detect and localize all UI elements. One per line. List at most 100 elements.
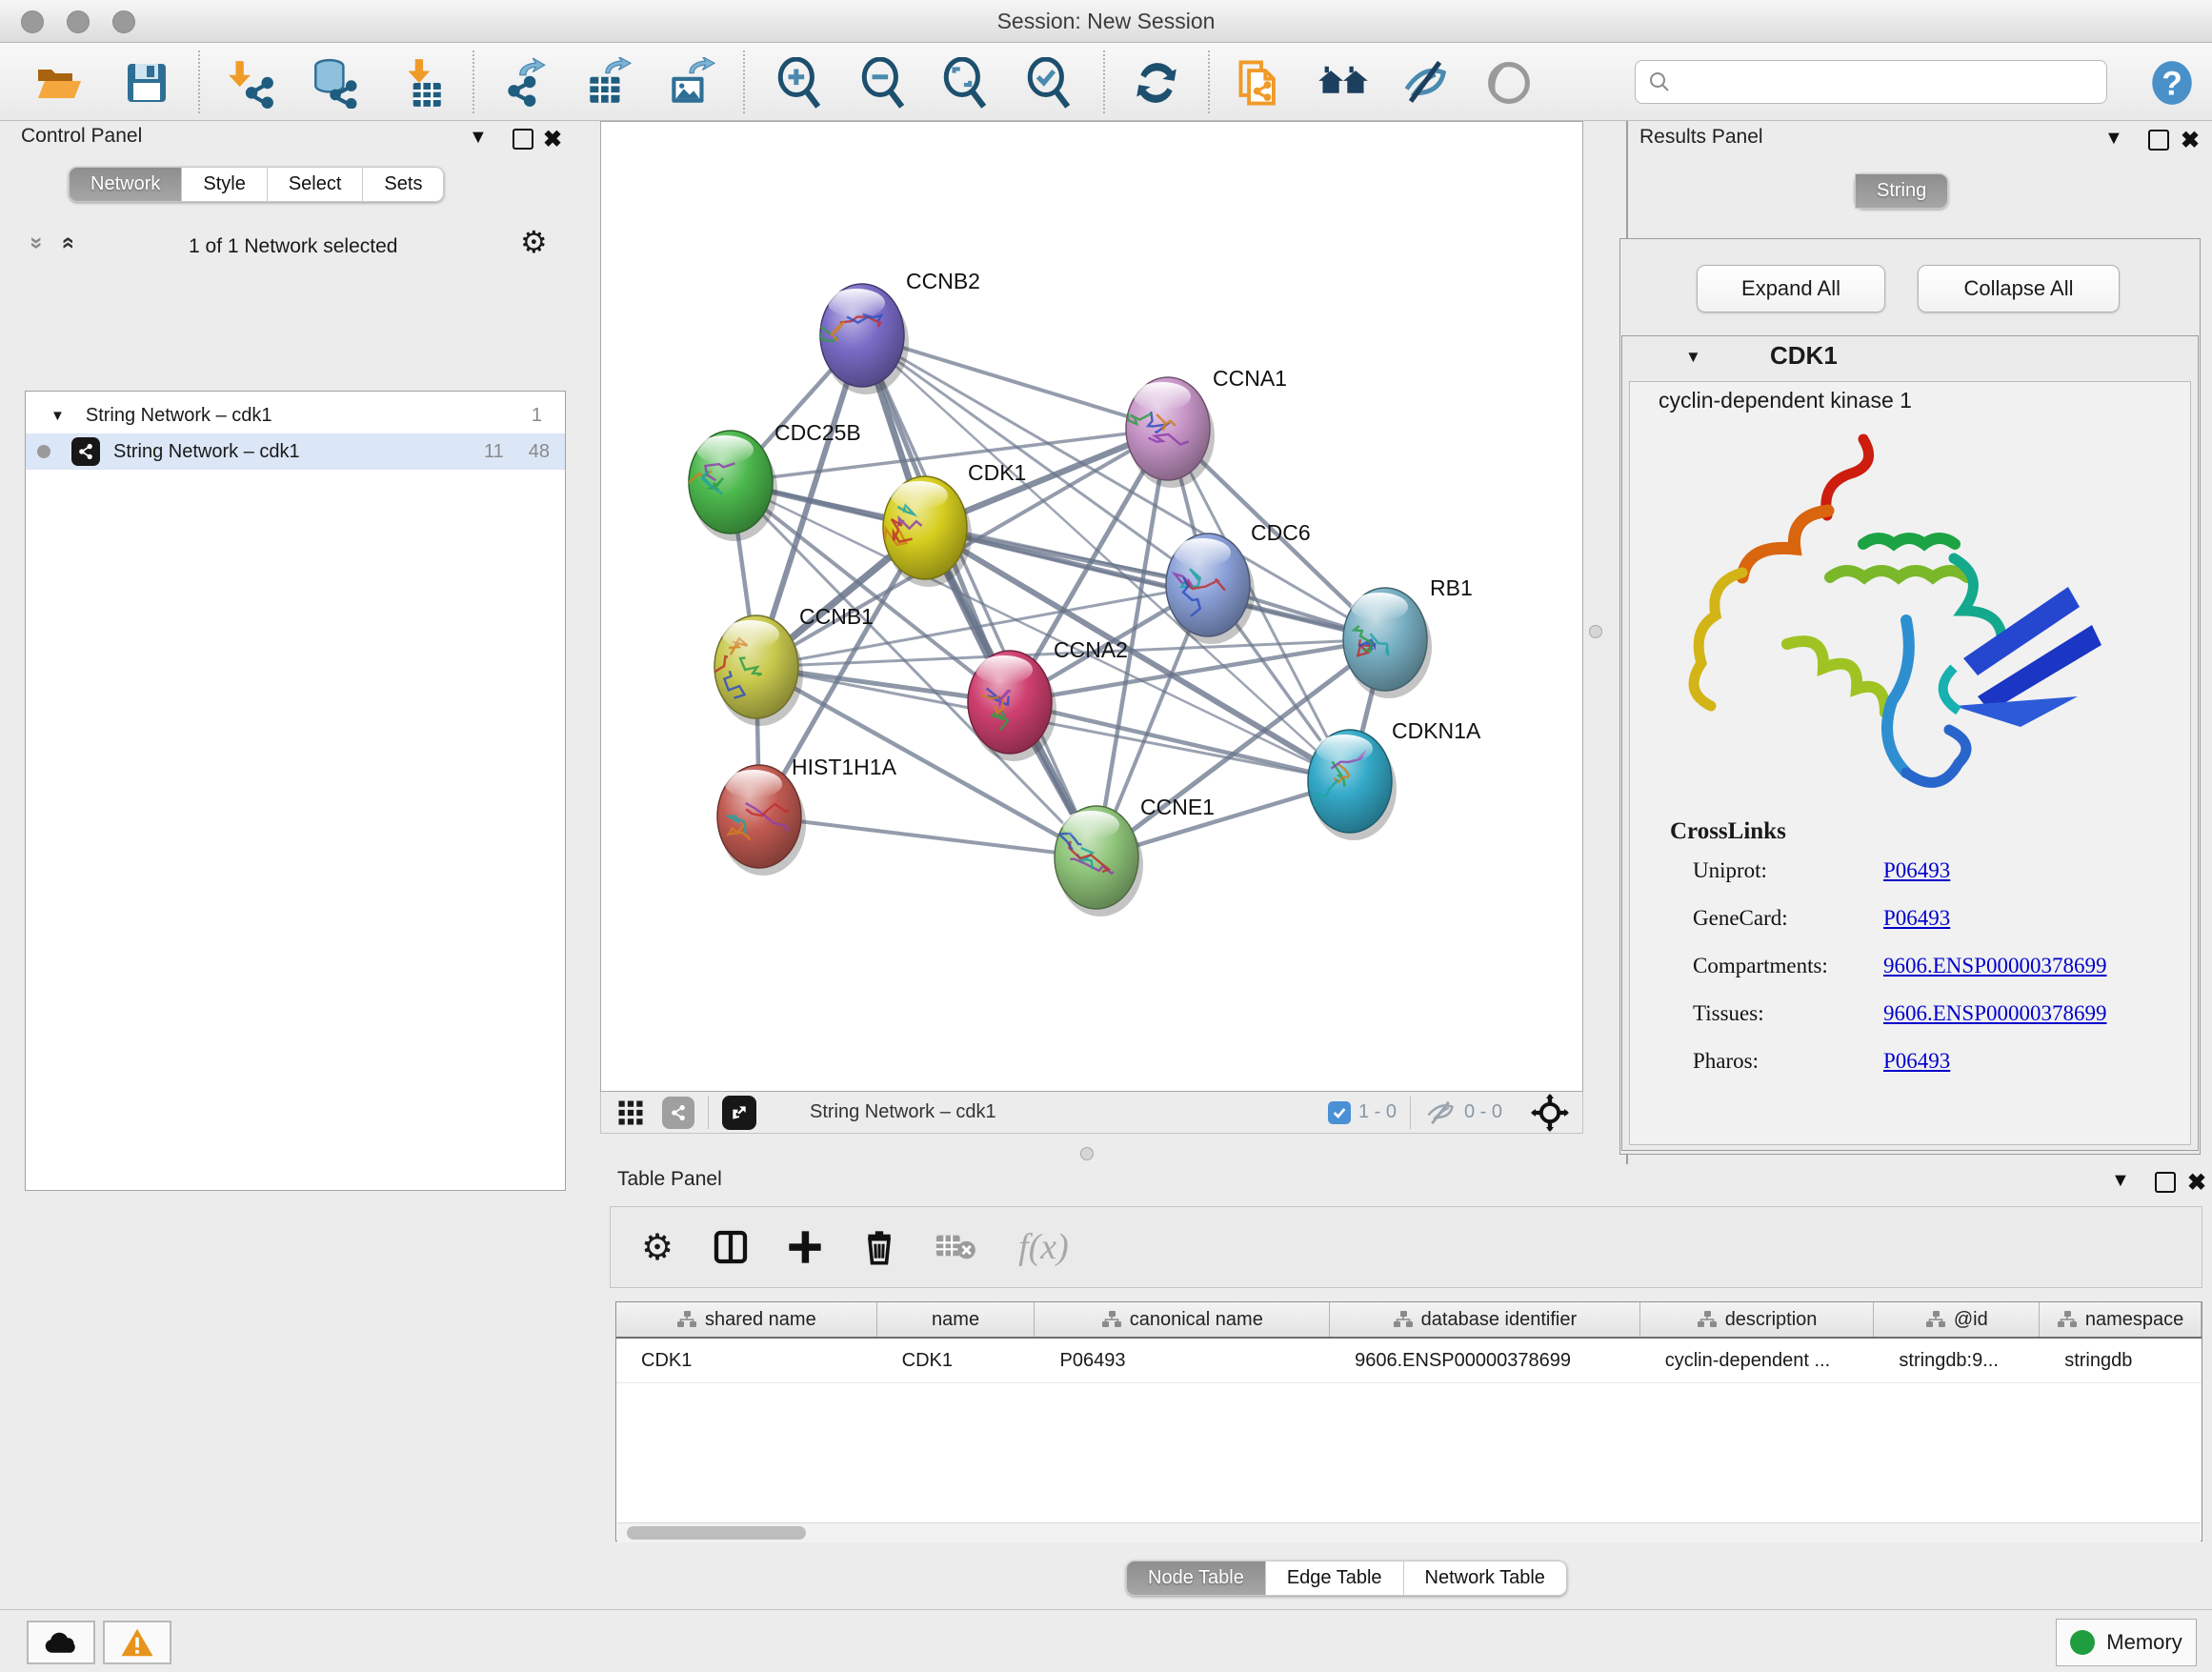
function-builder-icon[interactable]: f(x) (1018, 1226, 1069, 1268)
collapse-all-tree-icon[interactable]: » (24, 236, 50, 249)
export-image-icon[interactable] (663, 56, 716, 110)
control-panel-close-icon[interactable]: ✖ (543, 126, 562, 153)
network-collection-row[interactable]: ▼ String Network – cdk1 1 (26, 397, 565, 433)
network-node-CCNA2[interactable]: CCNA2 (968, 637, 1128, 761)
crosslink-label: Pharos: (1693, 1049, 1883, 1074)
crosslink-value-link[interactable]: P06493 (1883, 1049, 1950, 1074)
import-network-file-icon[interactable] (223, 56, 276, 110)
collapse-triangle-icon[interactable]: ▼ (50, 408, 65, 424)
network-canvas[interactable]: CCNB2CCNA1CDC25BCDK1CDC6RB1CCNB1CCNA2CDK… (600, 121, 1583, 1092)
table-options-gear-icon[interactable]: ⚙ (641, 1226, 674, 1269)
network-node-RB1[interactable]: RB1 (1343, 575, 1473, 698)
grid-view-icon[interactable] (616, 1098, 645, 1127)
node-table: shared namenamecanonical namedatabase id… (615, 1301, 2202, 1541)
string-network-graph[interactable]: CCNB2CCNA1CDC25BCDK1CDC6RB1CCNB1CCNA2CDK… (601, 122, 1582, 1091)
tab-string[interactable]: String (1855, 173, 1948, 209)
control-panel-float-icon[interactable] (513, 129, 533, 150)
bird-eye-crosshair-icon[interactable] (1531, 1094, 1569, 1132)
export-network-icon[interactable] (499, 56, 553, 110)
search-input[interactable] (1672, 71, 2076, 94)
tab-style[interactable]: Style (182, 167, 267, 202)
network-node-HIST1H1A[interactable]: HIST1H1A (717, 755, 897, 876)
hide-panels-icon[interactable] (1398, 56, 1452, 110)
cloud-button[interactable] (27, 1621, 95, 1664)
crosslink-value-link[interactable]: 9606.ENSP00000378699 (1883, 1001, 2107, 1026)
import-table-icon[interactable] (394, 56, 448, 110)
network-node-CCNB2[interactable]: CCNB2 (818, 269, 980, 394)
network-node-CDKN1A[interactable]: CDKN1A (1308, 718, 1481, 840)
table-panel-close-icon[interactable]: ✖ (2187, 1169, 2206, 1197)
horizontal-splitter-handle[interactable] (1080, 1147, 1094, 1160)
zoom-out-icon[interactable] (857, 56, 911, 110)
string-view-icon[interactable] (662, 1097, 694, 1129)
control-panel-tabs: NetworkStyleSelectSets (69, 167, 444, 202)
control-panel-menu-icon[interactable]: ▼ (469, 127, 488, 149)
table-cell: 9606.ENSP00000378699 (1330, 1339, 1640, 1382)
network-row[interactable]: String Network – cdk1 11 48 (26, 433, 565, 470)
crosslink-value-link[interactable]: P06493 (1883, 858, 1950, 883)
table-panel-menu-icon[interactable]: ▼ (2111, 1170, 2130, 1192)
tab-edge-table[interactable]: Edge Table (1266, 1561, 1404, 1596)
column-header--id[interactable]: @id (1874, 1302, 2040, 1337)
apply-layout-icon[interactable] (1130, 56, 1183, 110)
import-network-database-icon[interactable] (307, 56, 360, 110)
show-all-panels-icon[interactable] (1317, 56, 1370, 110)
selected-checkbox-icon[interactable] (1328, 1101, 1351, 1124)
expand-all-tree-icon[interactable]: » (54, 236, 81, 249)
save-session-icon[interactable] (120, 56, 173, 110)
column-header-shared-name[interactable]: shared name (616, 1302, 877, 1337)
column-header-description[interactable]: description (1640, 1302, 1875, 1337)
tab-network-table[interactable]: Network Table (1404, 1561, 1567, 1596)
zoom-fit-icon[interactable] (939, 56, 993, 110)
clone-network-icon[interactable] (1235, 56, 1288, 110)
scrollbar-thumb[interactable] (627, 1526, 806, 1540)
toolbar-divider (473, 50, 474, 113)
table-row[interactable]: CDK1CDK1P064939606.ENSP00000378699cyclin… (616, 1339, 2202, 1383)
results-panel-float-icon[interactable] (2148, 130, 2169, 151)
hidden-eye-icon[interactable] (1424, 1098, 1457, 1127)
toolbar-divider (743, 50, 745, 113)
zoom-in-icon[interactable] (774, 56, 827, 110)
column-header-canonical-name[interactable]: canonical name (1035, 1302, 1330, 1337)
network-node-CCNE1[interactable]: CCNE1 (1055, 795, 1215, 917)
table-horizontal-scrollbar[interactable] (617, 1522, 2201, 1542)
results-panel-menu-icon[interactable]: ▼ (2104, 128, 2123, 150)
network-edge[interactable] (862, 335, 1096, 857)
gene-collapse-triangle-icon[interactable]: ▼ (1685, 348, 1701, 367)
tab-sets[interactable]: Sets (363, 167, 444, 202)
network-node-CCNA1[interactable]: CCNA1 (1126, 366, 1287, 488)
search-field[interactable] (1635, 60, 2107, 104)
open-session-icon[interactable] (32, 56, 86, 110)
table-panel-float-icon[interactable] (2155, 1172, 2176, 1193)
delete-table-icon[interactable] (935, 1231, 976, 1263)
tree-options-gear-icon[interactable]: ⚙ (520, 224, 548, 260)
zoom-selected-icon[interactable] (1023, 56, 1076, 110)
delete-column-icon[interactable] (860, 1228, 898, 1266)
column-header-namespace[interactable]: namespace (2040, 1302, 2202, 1337)
table-toolbar: ⚙ f(x) (610, 1206, 2202, 1288)
vertical-splitter-handle[interactable] (1589, 625, 1602, 638)
detach-view-icon[interactable] (722, 1096, 756, 1130)
help-icon[interactable]: ? (2145, 56, 2199, 110)
network-edge[interactable] (1010, 702, 1350, 781)
add-column-icon[interactable] (786, 1228, 824, 1266)
tab-select[interactable]: Select (268, 167, 364, 202)
collapse-all-button[interactable]: Collapse All (1918, 265, 2120, 312)
crosslink-value-link[interactable]: 9606.ENSP00000378699 (1883, 954, 2107, 978)
export-table-icon[interactable] (581, 56, 634, 110)
crosslink-row: Uniprot: P06493 (1693, 858, 2179, 883)
column-header-name[interactable]: name (877, 1302, 1036, 1337)
network-label: String Network – cdk1 (113, 441, 300, 463)
control-panel: Control Panel ▼ ✖ NetworkStyleSelectSets… (8, 121, 572, 1605)
network-edge[interactable] (759, 816, 1096, 857)
crosslink-value-link[interactable]: P06493 (1883, 906, 1950, 931)
show-columns-icon[interactable] (712, 1228, 750, 1266)
toggle-bird-eye-icon[interactable] (1482, 56, 1536, 110)
tab-network[interactable]: Network (69, 167, 182, 202)
column-header-database-identifier[interactable]: database identifier (1330, 1302, 1640, 1337)
expand-all-button[interactable]: Expand All (1697, 265, 1885, 312)
tab-node-table[interactable]: Node Table (1126, 1561, 1266, 1596)
results-panel-close-icon[interactable]: ✖ (2181, 127, 2200, 154)
memory-button[interactable]: Memory (2056, 1619, 2197, 1666)
warnings-button[interactable] (103, 1621, 171, 1664)
